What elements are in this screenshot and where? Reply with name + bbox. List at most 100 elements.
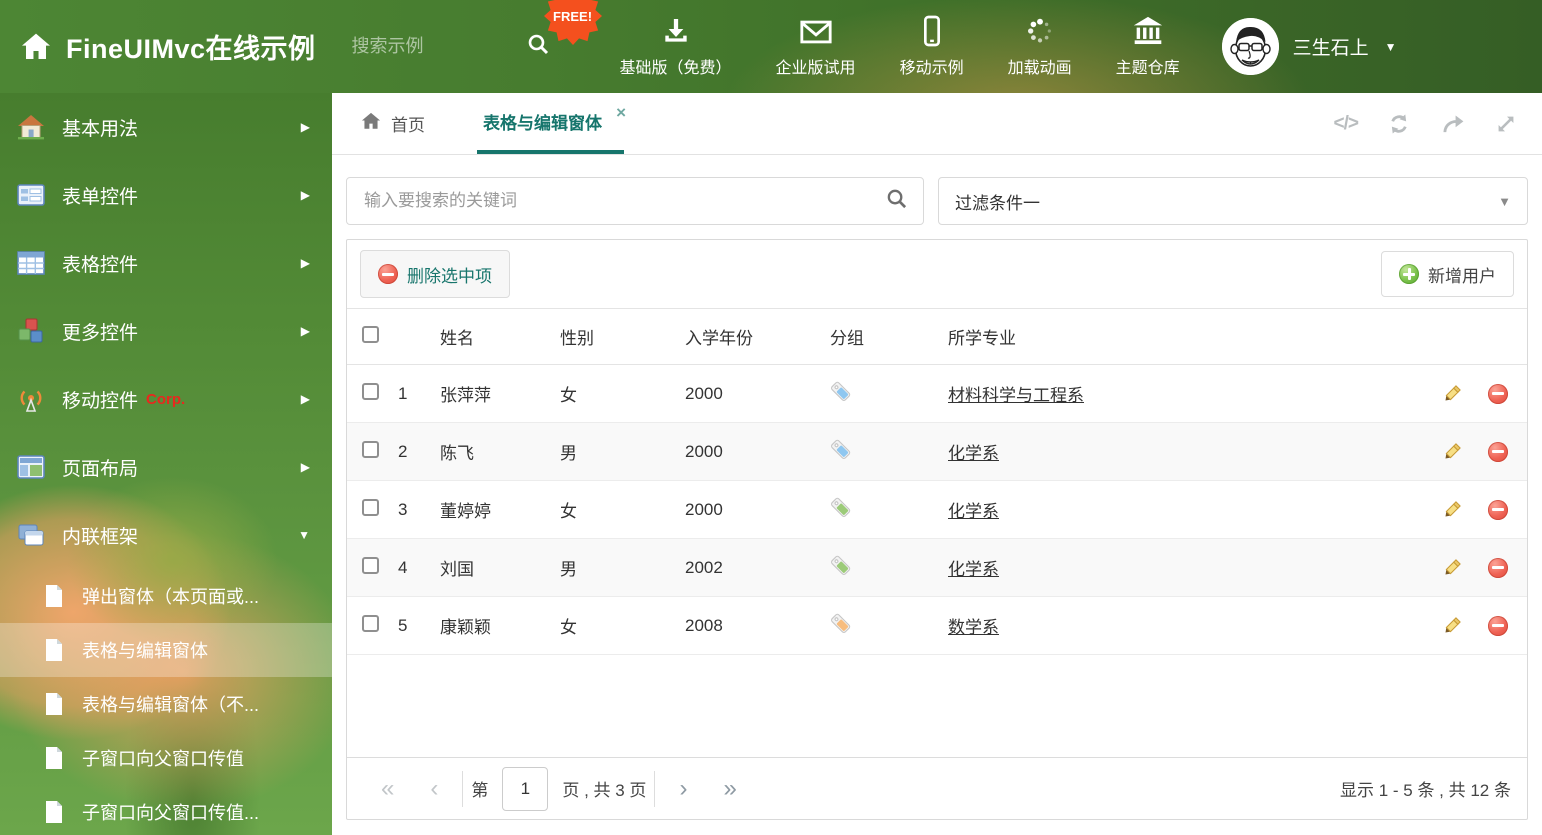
sidebar-subitem-popup-window[interactable]: 弹出窗体（本页面或... [0,569,332,623]
nav-item-loading-animation[interactable]: 加载动画 [1008,13,1072,80]
tab-grid-edit-window[interactable]: 表格与编辑窗体 × [477,93,626,154]
sidebar-subitem-child-to-parent[interactable]: 子窗口向父窗口传值 [0,731,332,785]
bank-icon [1131,13,1165,47]
page-number-input[interactable] [502,766,549,811]
table-row: 1 张萍萍 女 2000 材料科学与工程系 [347,364,1527,423]
tab-toolbar: </> [1334,93,1518,154]
nav-item-enterprise-trial[interactable]: 企业版试用 [776,13,856,80]
download-icon [660,13,692,47]
keyword-search-input[interactable] [362,190,885,212]
table-row: 4 刘国 男 2002 化学系 [347,538,1527,597]
major-link[interactable]: 材料科学与工程系 [948,386,1084,405]
table-row: 2 陈飞 男 2000 化学系 [347,422,1527,481]
filter-dropdown[interactable]: 过滤条件一 ▼ [938,177,1528,225]
row-number: 5 [397,596,439,655]
page-prefix: 第 [471,781,489,800]
sidebar-item-grid-controls[interactable]: 表格控件 ▶ [0,229,332,297]
header-nav: FREE! 基础版（免费） 企业版试用 移动示例 加载动画 主题仓库 [543,0,1180,80]
sidebar-item-basic-usage[interactable]: 基本用法 ▶ [0,93,332,161]
major-link[interactable]: 数学系 [948,618,999,637]
sidebar-subitem-grid-edit-window[interactable]: 表格与编辑窗体 [0,623,332,677]
row-checkbox[interactable] [362,498,379,516]
sidebar-item-label: 页面布局 [62,458,139,480]
major-link[interactable]: 化学系 [948,502,999,521]
column-header-actions [1395,308,1527,365]
chevron-right-icon: ▶ [300,324,310,338]
delete-row-icon[interactable] [1488,615,1508,636]
avatar [1221,18,1279,75]
nav-item-theme-store[interactable]: 主题仓库 [1116,13,1180,80]
row-checkbox[interactable] [362,440,379,458]
close-tab-icon[interactable]: × [616,104,626,121]
sidebar-subitem-grid-edit-window-2[interactable]: 表格与编辑窗体（不... [0,677,332,731]
column-header-major: 所学专业 [947,308,1395,365]
app-header: FineUIMvc在线示例 FREE! [0,0,1542,93]
grid-toolbar: 删除选中项 新增用户 [347,240,1527,308]
delete-row-icon[interactable] [1488,557,1508,578]
edit-pencil-icon[interactable] [1441,498,1464,521]
tab-home[interactable]: 首页 [360,93,425,154]
free-badge: FREE! [543,0,602,45]
delete-row-icon[interactable] [1488,499,1508,520]
cell-name: 康颖颖 [439,596,559,655]
open-new-window-icon[interactable] [1440,111,1466,137]
cell-group [829,538,947,597]
add-user-button[interactable]: 新增用户 [1381,251,1514,297]
view-source-icon[interactable]: </> [1334,113,1360,135]
nav-label: 基础版（免费） [619,60,732,77]
sidebar-item-iframe[interactable]: 内联框架 ▼ [0,501,332,569]
table-row: 5 康颖颖 女 2008 数学系 [347,596,1527,655]
envelope-icon [799,13,833,47]
sidebar-item-form-controls[interactable]: 表单控件 ▶ [0,161,332,229]
cell-year: 2000 [684,422,829,481]
row-number: 2 [397,422,439,481]
minus-circle-icon [378,264,398,284]
refresh-icon[interactable] [1386,111,1412,137]
edit-pencil-icon[interactable] [1441,556,1464,579]
sidebar-item-more-controls[interactable]: 更多控件 ▶ [0,297,332,365]
sidebar-item-label: 移动控件 [62,390,139,412]
prev-page-button[interactable]: ‹ [412,776,456,801]
edit-pencil-icon[interactable] [1441,382,1464,405]
edit-pencil-icon[interactable] [1441,614,1464,637]
sidebar: 基本用法 ▶ 表单控件 ▶ 表格控件 ▶ 更多控件 ▶ 移动控件 Corp. ▶… [0,93,332,835]
filter-dropdown-value: 过滤条件一 [955,193,1040,213]
delete-selected-button[interactable]: 删除选中项 [360,250,510,298]
major-link[interactable]: 化学系 [948,444,999,463]
search-icon[interactable] [885,187,908,215]
brand[interactable]: FineUIMvc在线示例 [20,27,316,66]
sidebar-subitem-child-to-parent-2[interactable]: 子窗口向父窗口传值... [0,785,332,835]
header-search-input[interactable] [349,35,500,58]
delete-row-icon[interactable] [1488,441,1508,462]
sidebar-item-mobile-controls[interactable]: 移动控件 Corp. ▶ [0,365,332,433]
row-checkbox[interactable] [362,556,379,574]
file-icon [42,638,66,662]
row-checkbox[interactable] [362,382,379,400]
major-link[interactable]: 化学系 [948,560,999,579]
keyword-search-box [346,177,924,225]
last-page-button[interactable]: » [705,776,754,801]
select-all-checkbox[interactable] [362,325,379,343]
users-table: 姓名 性别 入学年份 分组 所学专业 1 张萍萍 女 2000 材料科学与工程系… [347,308,1527,655]
username: 三生石上 [1292,38,1369,59]
cell-name: 陈飞 [439,422,559,481]
nav-label: 企业版试用 [775,60,856,77]
nav-item-basic-free[interactable]: FREE! 基础版（免费） [543,0,732,80]
fullscreen-icon[interactable] [1494,112,1518,136]
search-icon[interactable] [500,32,550,61]
edit-pencil-icon[interactable] [1441,440,1464,463]
body-row: 基本用法 ▶ 表单控件 ▶ 表格控件 ▶ 更多控件 ▶ 移动控件 Corp. ▶… [0,93,1542,835]
home-icon [20,32,52,62]
nav-item-mobile-demo[interactable]: 移动示例 [900,13,964,80]
first-page-button[interactable]: « [363,776,412,801]
next-page-button[interactable]: › [661,776,705,801]
user-menu[interactable]: 三生石上 ▼ [1221,18,1397,75]
pagination-bar: « ‹ 第 页 , 共 3 页 › » 显示 1 - 5 条 , 共 12 条 [347,757,1527,819]
cell-group [829,596,947,655]
cell-gender: 女 [559,364,684,423]
cell-gender: 男 [559,538,684,597]
sidebar-item-page-layout[interactable]: 页面布局 ▶ [0,433,332,501]
house-icon [16,112,46,142]
delete-row-icon[interactable] [1488,383,1508,404]
row-checkbox[interactable] [362,614,379,632]
